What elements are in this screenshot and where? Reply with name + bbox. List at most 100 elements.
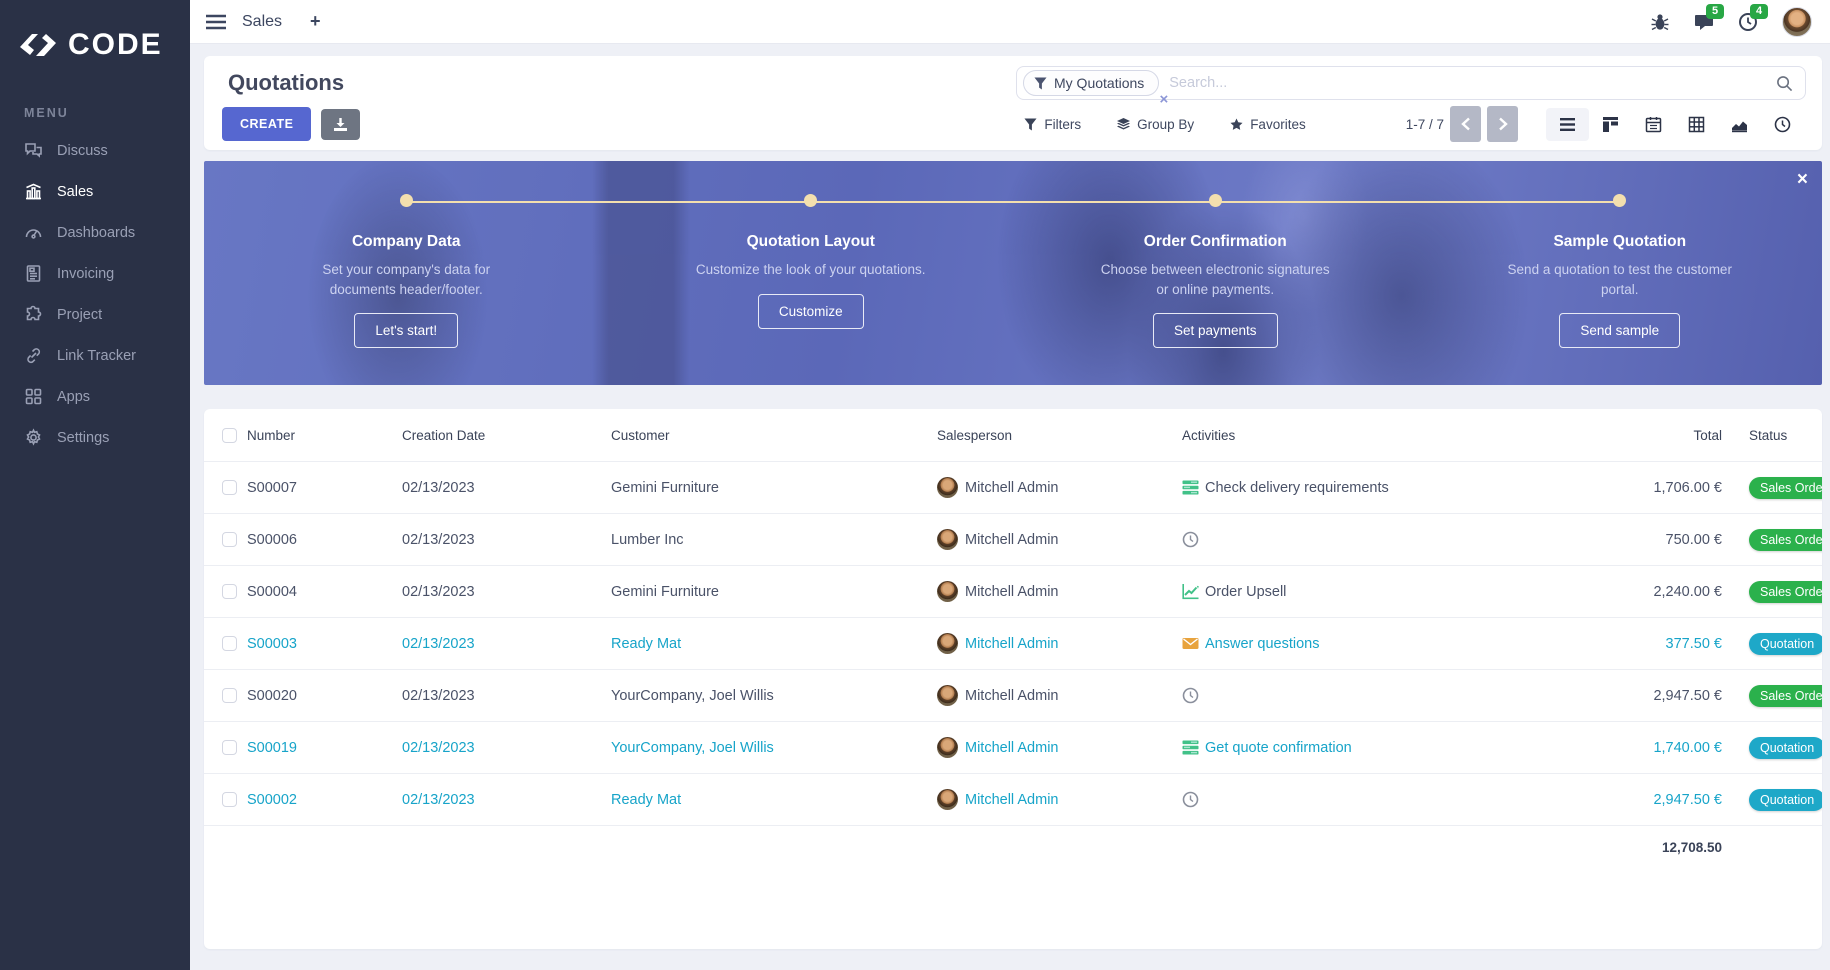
hamburger-menu-icon[interactable] (206, 14, 226, 30)
pager-previous-button[interactable] (1450, 106, 1481, 142)
status-badge: Sales Order (1749, 580, 1822, 603)
row-checkbox[interactable] (222, 480, 237, 495)
salesperson-avatar (937, 633, 958, 654)
new-tab-button[interactable]: + (310, 11, 321, 32)
cell-activity[interactable]: Check delivery requirements (1182, 479, 1522, 496)
status-badge: Sales Order (1749, 476, 1822, 499)
activities-clock-icon[interactable]: 4 (1738, 3, 1769, 32)
group-by-icon (1117, 117, 1131, 130)
cell-customer: Gemini Furniture (611, 479, 719, 496)
sidebar-item-project[interactable]: Project (0, 294, 190, 335)
status-badge: Sales Order (1749, 684, 1822, 707)
create-button[interactable]: CREATE (222, 107, 312, 141)
filters-button[interactable]: Filters (1024, 117, 1081, 132)
cell-activity[interactable]: Get quote confirmation (1182, 739, 1522, 756)
row-checkbox[interactable] (222, 792, 237, 807)
cell-activity[interactable] (1182, 531, 1522, 548)
sidebar-item-settings[interactable]: Settings (0, 417, 190, 458)
favorites-button[interactable]: Favorites (1230, 117, 1306, 132)
step-dot-icon (804, 194, 818, 207)
status-badge: Quotation (1749, 736, 1822, 759)
row-checkbox[interactable] (222, 532, 237, 547)
step-action-button[interactable]: Let's start! (354, 313, 459, 349)
step-description: Send a quotation to test the customer po… (1507, 262, 1732, 297)
group-by-button[interactable]: Group By (1117, 117, 1194, 132)
view-kanban-button[interactable] (1589, 108, 1632, 141)
table-row-s00019[interactable]: S00019 02/13/2023 YourCompany, Joel Willis… (204, 721, 1822, 773)
view-pivot-button[interactable] (1675, 108, 1718, 141)
pivot-view-icon (1688, 116, 1705, 132)
column-header-activities[interactable]: Activities (1182, 428, 1522, 443)
row-checkbox[interactable] (222, 688, 237, 703)
table-row-s00002[interactable]: S00002 02/13/2023 Ready Mat Mitchell Admin 2… (204, 773, 1822, 825)
cell-creation-date: 02/13/2023 (402, 583, 475, 600)
cell-number: S00002 (247, 791, 297, 808)
sidebar-item-dashboards[interactable]: Dashboards (0, 212, 190, 253)
chevron-right-icon (1498, 117, 1508, 131)
topbar-tab-sales[interactable]: Sales (242, 13, 282, 31)
search-icon[interactable] (1776, 75, 1793, 92)
table-row-s00007[interactable]: S00007 02/13/2023 Gemini Furniture Mitchell… (204, 461, 1822, 513)
table-row-s00004[interactable]: S00004 02/13/2023 Gemini Furniture Mitchell… (204, 565, 1822, 617)
sidebar-item-sales[interactable]: Sales (0, 171, 190, 212)
cell-creation-date: 02/13/2023 (402, 739, 475, 756)
cell-activity[interactable]: Answer questions (1182, 635, 1522, 652)
view-graph-button[interactable] (1718, 108, 1761, 141)
sidebar-item-link-tracker[interactable]: Link Tracker (0, 335, 190, 376)
salesperson-avatar (937, 581, 958, 602)
pager-next-button[interactable] (1487, 106, 1518, 142)
view-activity-button[interactable] (1761, 108, 1804, 141)
cell-number: S00019 (247, 739, 297, 756)
messages-icon[interactable]: 5 (1694, 3, 1725, 32)
cell-activity[interactable]: Order Upsell (1182, 583, 1522, 600)
onboarding-step-4: Sample Quotation Send a quotation to test… (1418, 161, 1823, 385)
clock-activity-icon (1182, 687, 1199, 704)
sidebar-item-apps[interactable]: Apps (0, 376, 190, 417)
table-row-s00003[interactable]: S00003 02/13/2023 Ready Mat Mitchell Admin A… (204, 617, 1822, 669)
view-list-button[interactable] (1546, 107, 1589, 141)
column-header-customer[interactable]: Customer (611, 428, 937, 443)
cell-activity[interactable] (1182, 687, 1522, 704)
facet-remove-icon[interactable]: × (1160, 91, 1169, 108)
list-activity-icon (1182, 480, 1199, 495)
banner-close-icon[interactable]: × (1797, 169, 1808, 191)
activity-label: Get quote confirmation (1205, 739, 1352, 756)
column-header-total[interactable]: Total (1522, 428, 1722, 443)
row-checkbox[interactable] (222, 636, 237, 651)
step-action-button[interactable]: Send sample (1559, 313, 1681, 349)
export-button[interactable] (321, 108, 361, 140)
step-dot-icon (399, 194, 413, 207)
row-checkbox[interactable] (222, 740, 237, 755)
activities-count-badge: 4 (1750, 3, 1769, 19)
step-action-button[interactable]: Set payments (1152, 313, 1278, 349)
cell-activity[interactable] (1182, 791, 1522, 808)
settings-icon (26, 428, 41, 446)
sidebar-item-discuss[interactable]: Discuss (0, 130, 190, 171)
discuss-icon (25, 143, 42, 158)
sidebar-item-label: Discuss (57, 142, 108, 159)
step-title: Quotation Layout (746, 233, 875, 250)
table-row-s00020[interactable]: S00020 02/13/2023 YourCompany, Joel Willis… (204, 669, 1822, 721)
cell-number: S00003 (247, 635, 297, 652)
debug-bug-icon[interactable] (1650, 12, 1670, 32)
search-facet-my-quotations[interactable]: My Quotations × (1023, 70, 1168, 108)
search-input[interactable] (1159, 75, 1776, 91)
activity-label: Order Upsell (1205, 583, 1287, 600)
content: Quotations My Quotations × CREATE (190, 44, 1830, 949)
search-bar[interactable]: My Quotations × (1016, 66, 1806, 108)
activity-label: Answer questions (1205, 635, 1320, 652)
column-header-status[interactable]: Status (1722, 428, 1822, 443)
cell-total: 2,947.50 € (1653, 791, 1722, 808)
select-all-checkbox[interactable] (222, 427, 237, 443)
view-calendar-button[interactable] (1632, 108, 1675, 141)
column-header-number[interactable]: Number (247, 428, 402, 443)
brand[interactable]: CODE (0, 18, 190, 88)
row-checkbox[interactable] (222, 584, 237, 599)
table-row-s00006[interactable]: S00006 02/13/2023 Lumber Inc Mitchell Admin… (204, 513, 1822, 565)
filters-label: Filters (1044, 116, 1082, 132)
step-action-button[interactable]: Customize (757, 293, 864, 329)
sidebar-item-invoicing[interactable]: Invoicing (0, 253, 190, 294)
column-header-creation-date[interactable]: Creation Date (402, 428, 611, 443)
column-header-salesperson[interactable]: Salesperson (937, 428, 1182, 443)
user-avatar[interactable] (1782, 6, 1812, 37)
